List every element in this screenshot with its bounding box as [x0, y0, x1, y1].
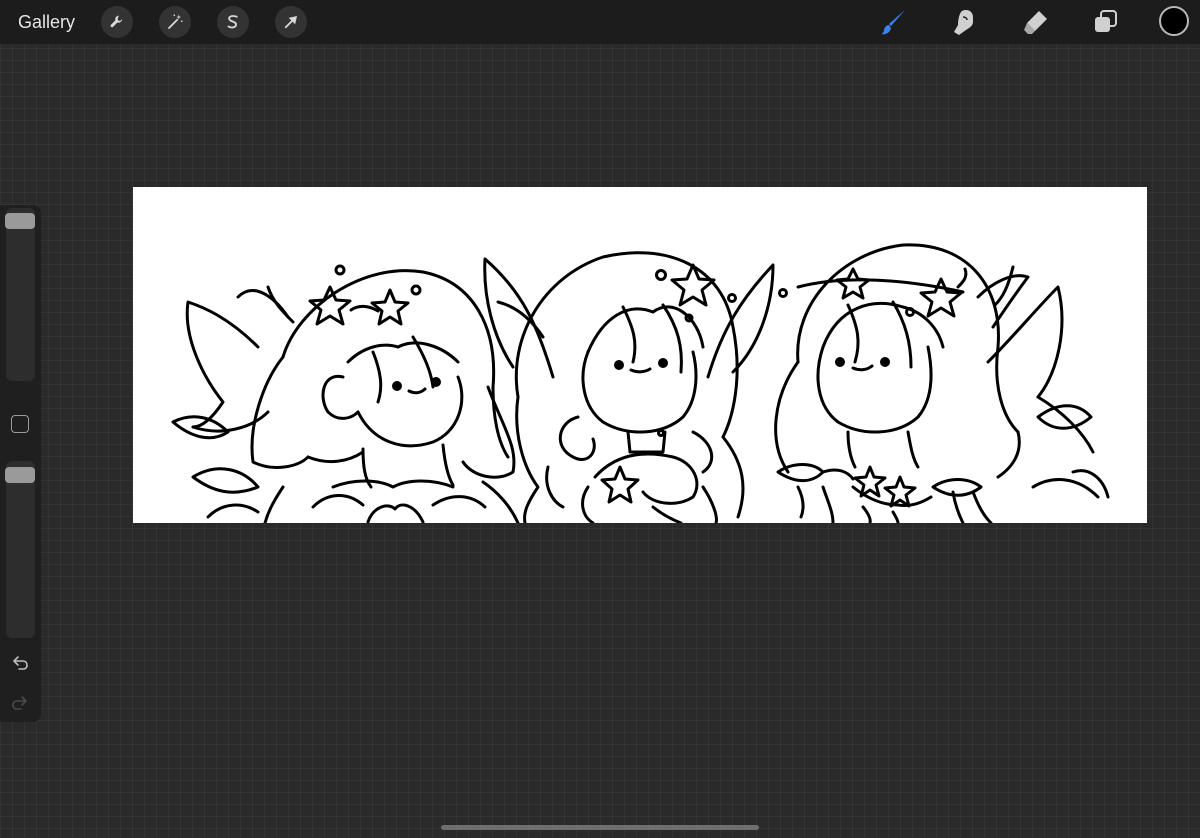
wrench-icon [110, 15, 123, 28]
actions-button[interactable] [101, 6, 133, 38]
layers-icon [1095, 10, 1117, 32]
undo-arrow-icon [13, 656, 28, 670]
adjustments-button[interactable] [159, 6, 191, 38]
layers-button[interactable] [1089, 6, 1121, 38]
smudge-button[interactable] [948, 6, 980, 38]
line-art-three-fairies [171, 243, 1110, 523]
redo-arrow-icon [12, 696, 27, 710]
brush-icon [881, 10, 905, 35]
top-toolbar: Gallery [0, 0, 1200, 44]
modify-button[interactable] [11, 415, 29, 433]
magic-wand-icon [168, 14, 183, 29]
color-swatch[interactable] [1159, 6, 1189, 36]
transform-button[interactable] [275, 6, 307, 38]
selection-s-icon [227, 15, 238, 29]
eraser-button[interactable] [1019, 6, 1051, 38]
smudge-finger-icon [954, 10, 973, 35]
eraser-icon [1024, 11, 1047, 34]
brush-size-thumb[interactable] [5, 213, 35, 229]
opacity-slider[interactable] [5, 461, 35, 638]
selection-button[interactable] [217, 6, 249, 38]
undo-button[interactable] [8, 651, 32, 675]
drawing-canvas[interactable] [133, 187, 1147, 523]
arrow-cursor-icon [284, 16, 297, 29]
gallery-button[interactable]: Gallery [18, 11, 75, 33]
procreate-app: Gallery [0, 0, 1200, 838]
opacity-thumb[interactable] [5, 467, 35, 483]
brush-button[interactable] [878, 6, 910, 38]
redo-button[interactable] [8, 691, 32, 715]
left-sidebar [0, 205, 41, 722]
home-indicator [441, 825, 759, 830]
brush-size-slider[interactable] [5, 208, 35, 381]
